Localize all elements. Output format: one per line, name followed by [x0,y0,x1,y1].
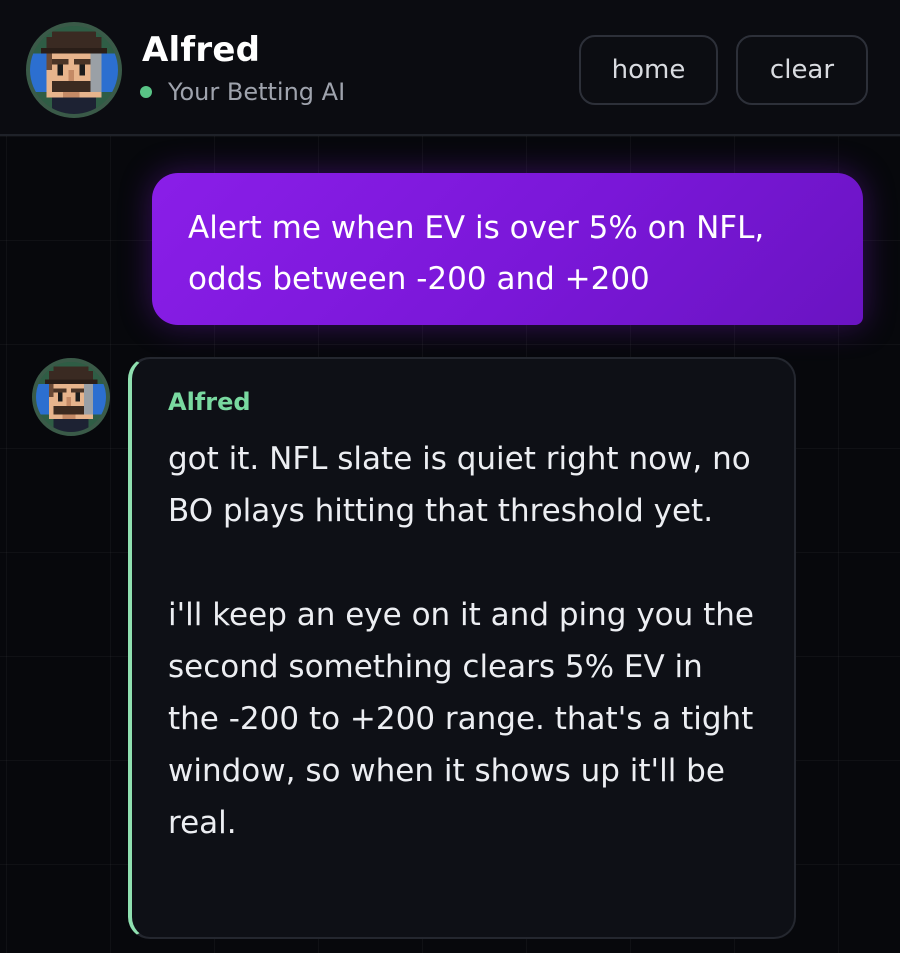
assistant-sender-name: Alfred [168,388,251,416]
pixel-gentleman-avatar-icon [30,26,118,114]
home-button[interactable]: home [579,35,718,105]
assistant-paragraph: got it. NFL slate is quiet right now, no… [168,441,751,529]
chat-app: Alfred Your Betting AI home clear Alert … [0,0,900,953]
pixel-gentleman-avatar-icon [36,362,106,432]
agent-name: Alfred [142,30,261,70]
assistant-paragraph: i'll keep an eye on it and ping you the … [168,597,755,841]
alfred-message-avatar-icon [32,358,110,436]
online-status-dot-icon [140,86,152,98]
chat-header: Alfred Your Betting AI home clear [0,0,900,136]
assistant-message-bubble: Alfred got it. NFL slate is quiet right … [128,357,796,939]
user-message-bubble: Alert me when EV is over 5% on NFL, odds… [152,173,863,325]
clear-button[interactable]: clear [736,35,868,105]
agent-status: Your Betting AI [140,76,345,108]
alfred-avatar-icon [26,22,122,118]
agent-subtitle: Your Betting AI [168,78,346,106]
assistant-message-text: got it. NFL slate is quiet right now, no… [168,433,758,849]
